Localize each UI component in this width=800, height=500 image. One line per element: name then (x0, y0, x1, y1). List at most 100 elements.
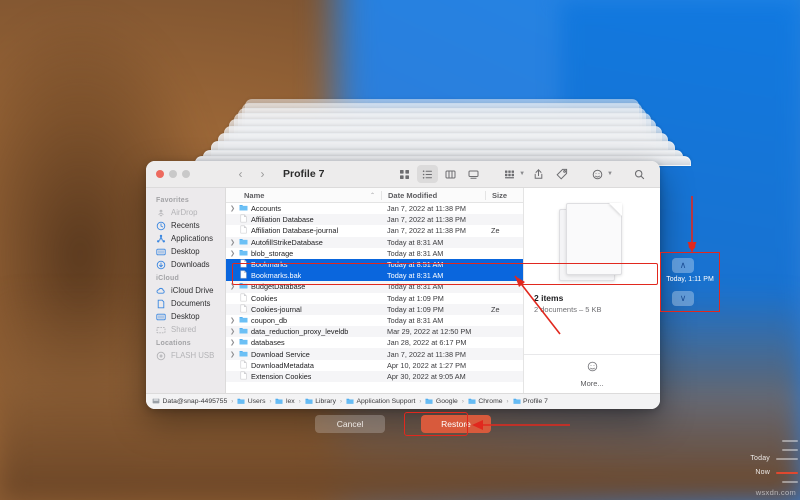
shared-folder-icon (156, 325, 166, 335)
back-chevron-icon[interactable]: ‹ (234, 168, 247, 181)
table-row[interactable]: Cookies-journalToday at 1:09 PMZe (226, 304, 523, 315)
disclosure-triangle-icon[interactable]: ❯ (229, 205, 236, 212)
row-name-cell: ❯Download Service (226, 349, 381, 360)
table-row[interactable]: Affiliation Database-journalJan 7, 2022 … (226, 225, 523, 236)
timeline-tick[interactable] (782, 481, 798, 483)
timeline-label-now: Now (755, 469, 770, 476)
folder-icon (239, 237, 248, 248)
table-row[interactable]: ❯data_reduction_proxy_leveldbMar 29, 202… (226, 326, 523, 337)
disk-icon (152, 397, 160, 407)
sidebar-item-icloud-drive[interactable]: iCloud Drive (146, 284, 225, 297)
table-row[interactable]: ❯AccountsJan 7, 2022 at 11:38 PM (226, 203, 523, 214)
disclosure-triangle-icon[interactable]: ❯ (229, 351, 236, 358)
tag-button[interactable] (551, 165, 572, 183)
table-row[interactable]: CookiesToday at 1:09 PM (226, 293, 523, 304)
table-row[interactable]: ❯coupon_dbToday at 8:31 AM (226, 315, 523, 326)
sidebar-item-applications[interactable]: Applications (146, 232, 225, 245)
row-date-cell: Apr 10, 2022 at 1:27 PM (381, 361, 485, 370)
action-menu-button[interactable] (587, 165, 608, 183)
row-name-label: Accounts (251, 204, 281, 213)
file-list[interactable]: Name ⌃ Date Modified Size ❯ Accounts Jan 7… (226, 188, 523, 393)
table-row[interactable]: ❯databasesJan 28, 2022 at 6:17 PM (226, 337, 523, 348)
list-view-button[interactable] (417, 165, 438, 183)
folder-icon (237, 397, 245, 407)
breadcrumb-item[interactable]: Data@snap-4495755 (152, 397, 227, 407)
sidebar-item-label: Desktop (171, 247, 200, 256)
group-by-button[interactable] (499, 165, 520, 183)
file-icon (239, 360, 248, 371)
breadcrumb-item[interactable]: Users (237, 397, 265, 407)
sidebar-item-documents[interactable]: Documents (146, 297, 225, 310)
timeline-tick[interactable] (782, 449, 798, 451)
search-icon[interactable] (629, 165, 650, 183)
preview-more-section[interactable]: More... (524, 354, 660, 393)
timeline-tick-now[interactable] (776, 472, 798, 474)
disclosure-triangle-icon[interactable]: ❯ (229, 250, 236, 257)
group-by-chevron-down-icon[interactable]: ▼ (519, 171, 525, 177)
column-header-size[interactable]: Size (485, 191, 523, 200)
timeline-tick[interactable] (782, 440, 798, 442)
breadcrumb[interactable]: Data@snap-4495755›Users›lex›Library›Appl… (146, 393, 660, 409)
page-title: Profile 7 (278, 168, 324, 180)
file-rows[interactable]: ❯AccountsJan 7, 2022 at 11:38 PMAffiliat… (226, 203, 523, 393)
row-name-cell: DownloadMetadata (226, 360, 381, 371)
row-name-label: DownloadMetadata (251, 361, 314, 370)
timemachine-timeline[interactable]: Today Now wsxdn.com (736, 0, 800, 500)
breadcrumb-item[interactable]: lex (275, 397, 294, 407)
sidebar-item-desktop[interactable]: Desktop (146, 245, 225, 258)
clock-icon (156, 221, 166, 231)
file-icon (239, 214, 248, 225)
traffic-lights (146, 170, 230, 178)
row-date-cell: Jan 7, 2022 at 11:38 PM (381, 215, 485, 224)
table-row[interactable]: ❯AutofillStrikeDatabaseToday at 8:31 AM (226, 237, 523, 248)
timeline-tick[interactable] (776, 458, 798, 460)
downloads-icon (156, 260, 166, 270)
breadcrumb-item[interactable]: Application Support (346, 397, 415, 407)
annotation-arrow-to-selection (505, 268, 565, 338)
action-menu-chevron-down-icon[interactable]: ▼ (607, 171, 613, 177)
sidebar-item-downloads[interactable]: Downloads (146, 258, 225, 271)
forward-chevron-icon[interactable]: › (256, 168, 269, 181)
sidebar-item-flash-usb[interactable]: FLASH USB (146, 349, 225, 362)
row-date-cell: Today at 1:09 PM (381, 305, 485, 314)
column-header-date-modified[interactable]: Date Modified (381, 191, 485, 200)
table-row[interactable]: ❯Download ServiceJan 7, 2022 at 11:38 PM (226, 348, 523, 359)
breadcrumb-item[interactable]: Chrome (468, 397, 503, 407)
icon-view-button[interactable] (394, 165, 415, 183)
sidebar-item-label: iCloud Drive (171, 286, 213, 295)
sidebar-item-desktop-icloud[interactable]: Desktop (146, 310, 225, 323)
maximize-button[interactable] (182, 170, 190, 178)
breadcrumb-separator: › (462, 399, 464, 405)
sort-ascending-icon: ⌃ (370, 192, 375, 199)
row-name-cell: ❯blob_storage (226, 248, 381, 259)
folder-icon (425, 397, 433, 407)
sidebar-item-airdrop[interactable]: AirDrop (146, 206, 225, 219)
disclosure-triangle-icon[interactable]: ❯ (229, 239, 236, 246)
cancel-button[interactable]: Cancel (315, 415, 385, 433)
row-date-cell: Jan 7, 2022 at 11:38 PM (381, 350, 485, 359)
breadcrumb-item[interactable]: Profile 7 (513, 397, 548, 407)
table-row[interactable]: ❯blob_storageToday at 8:31 AM (226, 248, 523, 259)
column-header-name[interactable]: Name ⌃ (226, 191, 381, 200)
table-row[interactable]: Affiliation DatabaseJan 7, 2022 at 11:38… (226, 214, 523, 225)
finder-body: Favorites AirDrop Recents Applications D… (146, 188, 660, 393)
share-button[interactable] (528, 165, 549, 183)
disclosure-triangle-icon[interactable]: ❯ (229, 317, 236, 324)
sidebar-item-recents[interactable]: Recents (146, 219, 225, 232)
disclosure-triangle-icon[interactable]: ❯ (229, 328, 236, 335)
close-button[interactable] (156, 170, 164, 178)
finder-window[interactable]: ‹ › Profile 7 ▼ (146, 161, 660, 409)
breadcrumb-item[interactable]: Google (425, 397, 457, 407)
table-row[interactable]: Extension CookiesApr 30, 2022 at 9:05 AM (226, 371, 523, 382)
column-view-button[interactable] (440, 165, 461, 183)
breadcrumb-item[interactable]: Library (305, 397, 336, 407)
gallery-view-button[interactable] (463, 165, 484, 183)
sidebar-item-label: Desktop (171, 312, 200, 321)
table-row[interactable]: DownloadMetadata Apr 10, 2022 at 1:27 PM (226, 360, 523, 371)
disclosure-triangle-icon[interactable]: ❯ (229, 339, 236, 346)
folder-icon (275, 397, 283, 407)
sidebar-item-shared[interactable]: Shared (146, 323, 225, 336)
minimize-button[interactable] (169, 170, 177, 178)
file-icon (239, 371, 248, 382)
sidebar[interactable]: Favorites AirDrop Recents Applications D… (146, 188, 226, 393)
